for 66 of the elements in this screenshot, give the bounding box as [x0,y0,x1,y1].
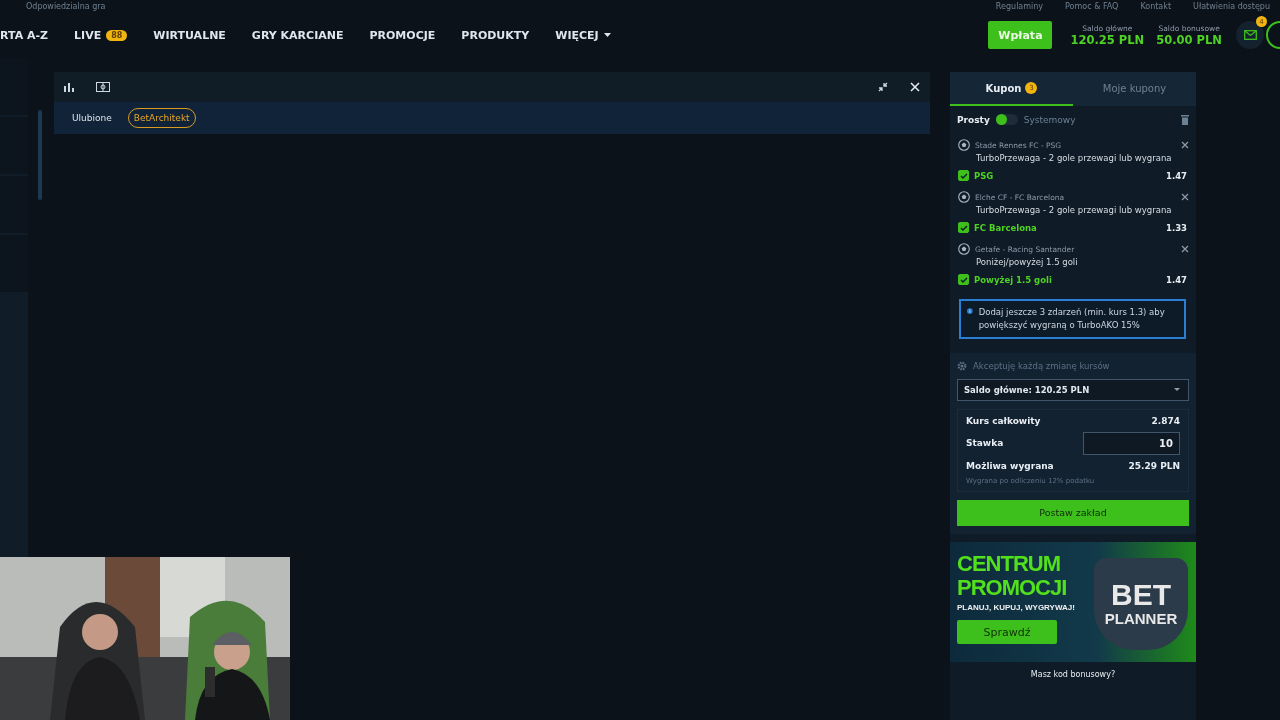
win-label: Możliwa wygrana [966,460,1054,471]
market-name: TurboPrzewaga - 2 gole przewagi lub wygrana [975,205,1173,215]
info-icon [967,306,973,316]
close-icon[interactable] [1181,193,1189,201]
promo-banner[interactable]: CENTRUM PROMOCJI PLANUJ, KUPUJ, WYGRYWAJ! Sprawdź BET PLANNER [950,541,1196,662]
top-link[interactable]: Regulaminy [995,1,1044,11]
collapse-icon[interactable] [878,82,888,92]
pick-name: Powyżej 1.5 goli [974,274,1053,285]
top-link[interactable]: Odpowiedzialna gra [26,1,106,11]
close-icon[interactable] [1181,245,1189,253]
balance-select[interactable]: Saldo główne: 120.25 PLN [957,378,1189,401]
close-icon[interactable] [1181,141,1189,149]
total-odds-label: Kurs całkowity [966,415,1041,426]
messages-button[interactable] [1236,21,1264,49]
logo-text: PLANNER [1104,610,1178,627]
nav-item[interactable]: PRODUKTY [461,28,530,42]
market-name: Poniżej/powyżej 1.5 goli [975,257,1079,267]
odds-value: 1.33 [1166,222,1188,233]
football-icon [958,139,970,151]
stake-field[interactable]: 10 [1083,431,1180,455]
balance-value: 120.25 PLN [1070,32,1145,47]
accept-odds-label: Akceptuję każdą zmianę kursów [973,360,1110,371]
win-value: 25.29 PLN [1128,460,1180,471]
nav-item[interactable]: GRY KARCIANE [251,28,344,42]
football-icon [958,243,970,255]
profile-icon[interactable] [1264,20,1280,50]
stake-label: Stawka [966,438,1004,448]
mode-toggle[interactable] [995,114,1018,125]
odds-value: 1.47 [1166,274,1188,285]
trash-icon[interactable] [1181,114,1189,125]
nav-item[interactable]: WIRTUALNE [153,28,226,42]
mode-label: Prosty [957,114,990,125]
top-link[interactable]: Kontakt [1140,1,1172,11]
nav-item[interactable]: LIVE 88 [74,28,128,42]
check-button[interactable]: Sprawdź [957,620,1057,645]
pitch-icon[interactable] [96,82,110,92]
pick-name: FC Barcelona [974,222,1038,233]
banner-slogan: PLANUJ, KUPUJ, WYGRYWAJ! [957,602,1075,613]
scrollbar-thumb[interactable] [38,110,42,200]
market-name: TurboPrzewaga - 2 gole przewagi lub wygrana [975,153,1173,163]
info-text: Dodaj jeszcze 3 zdarzeń (min. kurs 1.3) aby powiększyć wygraną o TurboAKO 15% [978,306,1166,332]
gear-icon[interactable] [957,360,967,371]
mode-label: Systemowy [1023,114,1076,125]
caret-icon [1174,387,1180,392]
banner-title: PROMOCJI [957,575,1068,600]
filter-chip[interactable]: Ulubione [66,108,118,128]
selection-checkbox[interactable] [958,274,969,285]
count-badge: 88 [106,29,128,41]
top-link[interactable]: Pomoc & FAQ [1065,1,1119,11]
selection-checkbox[interactable] [958,170,969,181]
pick-name: PSG [974,170,995,181]
selection-checkbox[interactable] [958,222,969,233]
total-odds-value: 2.874 [1151,415,1180,426]
nav-item[interactable]: PROMOCJE [369,28,436,42]
place-bet-button[interactable]: Postaw zakład [957,499,1189,526]
banner-title: CENTRUM [957,551,1061,576]
envelope-icon [1243,30,1257,40]
coupon-tab[interactable]: Moje kupony [1073,72,1196,106]
nav-item[interactable]: RTA A-Z [0,28,49,42]
bar-chart-icon[interactable] [64,82,74,92]
nav-item[interactable]: WIĘCEJ [555,28,611,42]
logo-text: BET [1111,580,1171,610]
odds-value: 1.47 [1166,170,1188,181]
top-link[interactable]: Ułatwienia dostępu [1193,1,1270,11]
balance-value: 50.00 PLN [1156,32,1222,47]
football-icon [958,191,970,203]
